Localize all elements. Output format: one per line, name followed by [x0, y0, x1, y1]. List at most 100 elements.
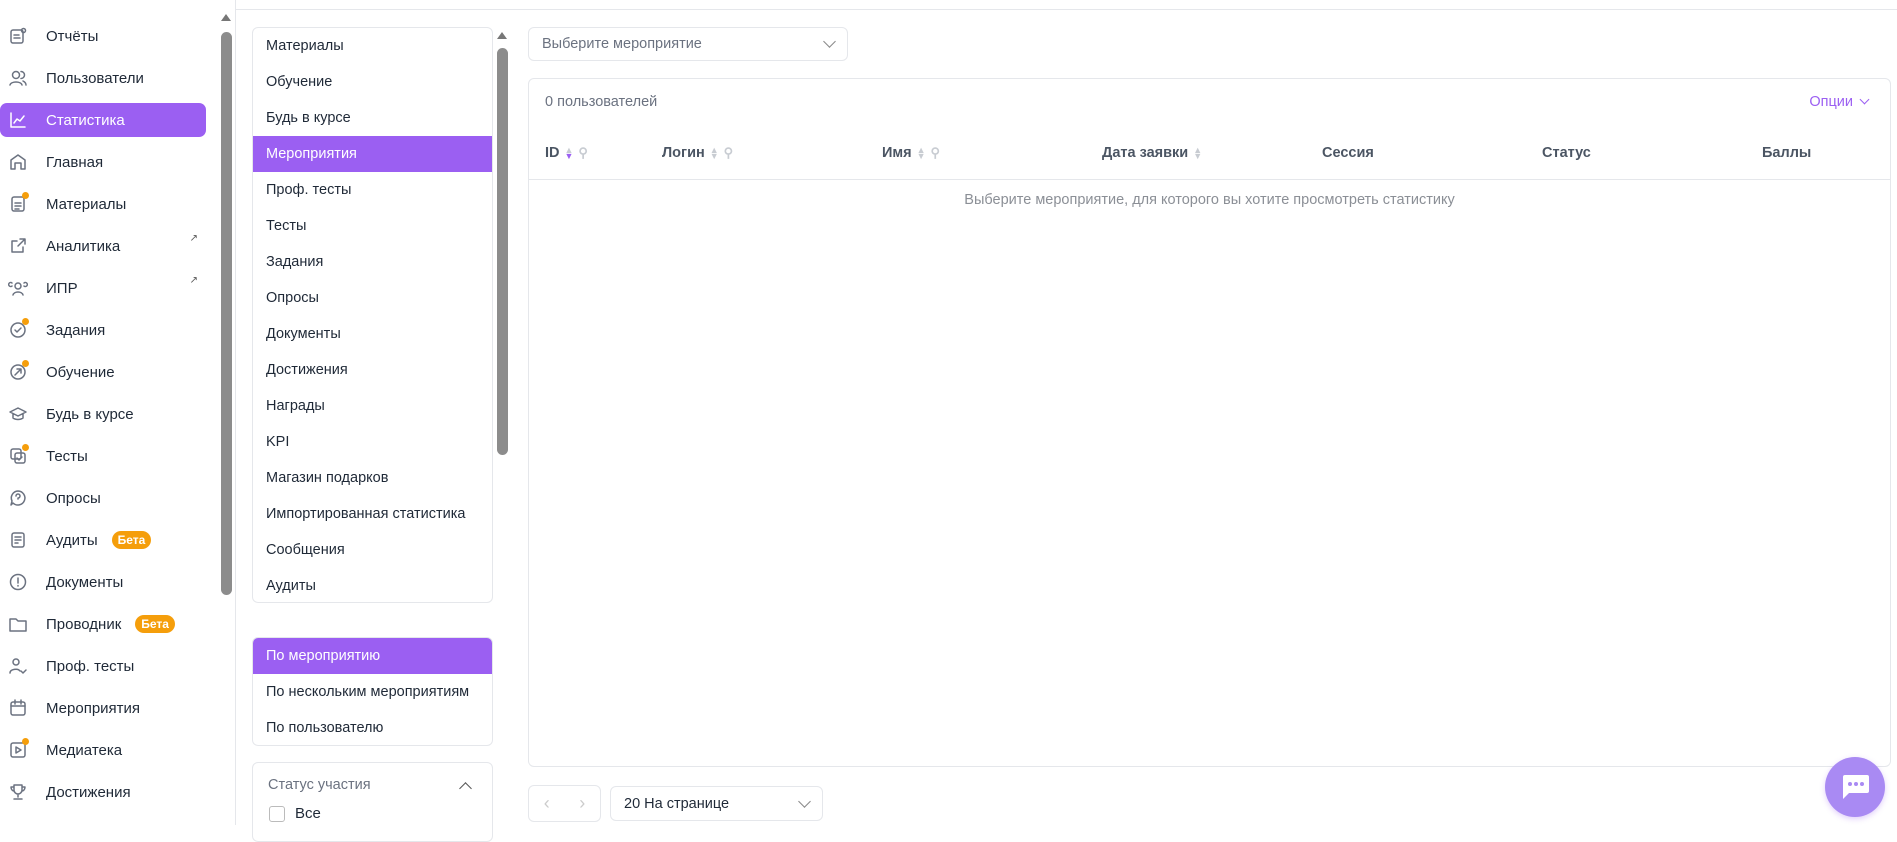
mode-item[interactable]: По мероприятию [253, 638, 492, 674]
sidebar-item-label: Опросы [46, 489, 101, 507]
category-item[interactable]: Тесты [253, 208, 492, 244]
sidebar-item-1[interactable]: Пользователи [0, 61, 206, 95]
search-icon[interactable]: ⚲ [724, 145, 734, 161]
category-item[interactable]: Обучение [253, 64, 492, 100]
sidebar-item-14[interactable]: Проводник Бета [0, 607, 206, 641]
column-header[interactable]: ID ▲ ▼ ⚲ [545, 145, 588, 161]
sidebar-item-6[interactable]: ИПР ↗ [0, 271, 206, 305]
document-icon [8, 192, 29, 214]
sort-icon[interactable]: ▲ ▼ [917, 146, 926, 161]
sidebar-item-9[interactable]: Будь в курсе [0, 397, 206, 431]
column-header[interactable]: Дата заявки ▲ ▼ [1102, 145, 1202, 161]
sidebar-item-label: Будь в курсе [46, 405, 134, 423]
sidebar-item-label: Проф. тесты [46, 657, 135, 675]
sidebar-item-label: Статистика [46, 111, 125, 129]
test-icon [8, 444, 29, 466]
trophy-icon [8, 782, 28, 802]
audit-icon [8, 530, 28, 550]
sidebar-scrollbar[interactable] [221, 32, 232, 595]
sort-icon[interactable]: ▲ ▼ [710, 146, 719, 161]
status-filter: Статус участия Все [252, 762, 493, 842]
media-icon [8, 738, 29, 760]
sidebar-scroll-up[interactable] [221, 14, 231, 21]
sidebar-item-4[interactable]: Материалы [0, 187, 206, 221]
sidebar-item-11[interactable]: Опросы [0, 481, 206, 515]
sidebar-item-12[interactable]: Аудиты Бета [0, 523, 206, 557]
user-check-icon [8, 656, 28, 676]
sidebar-item-2[interactable]: Статистика [0, 103, 206, 137]
next-page-button[interactable]: › [579, 793, 585, 814]
sidebar-item-label: Документы [46, 573, 124, 591]
chevron-down-icon [1859, 94, 1870, 105]
category-item[interactable]: Награды [253, 388, 492, 424]
sidebar-item-label: Пользователи [46, 69, 144, 87]
sort-icon[interactable]: ▲ ▼ [565, 146, 574, 161]
category-item[interactable]: Материалы [253, 28, 492, 64]
sidebar-item-17[interactable]: Медиатека [0, 733, 206, 767]
pager: ‹ › [528, 785, 601, 822]
beta-badge: Бета [111, 531, 152, 549]
category-item[interactable]: Опросы [253, 280, 492, 316]
category-item[interactable]: Импортированная статистика [253, 496, 492, 532]
category-item[interactable]: Магазин подарков [253, 460, 492, 496]
sidebar-item-label: Проводник [46, 615, 122, 633]
calendar-icon [8, 698, 28, 718]
event-select[interactable]: Выберите мероприятие [528, 27, 848, 61]
sidebar-item-label: Аудиты [46, 531, 98, 549]
home-icon [8, 152, 28, 172]
category-item[interactable]: KPI [253, 424, 492, 460]
category-item[interactable]: Будь в курсе [253, 100, 492, 136]
category-item[interactable]: Документы [253, 316, 492, 352]
divider [236, 9, 1897, 10]
sidebar-item-7[interactable]: Задания [0, 313, 206, 347]
category-item[interactable]: Мероприятия [253, 136, 492, 172]
sidebar-item-13[interactable]: Документы [0, 565, 206, 599]
sidebar-item-16[interactable]: Мероприятия [0, 691, 206, 725]
options-button[interactable]: Опции [1809, 94, 1870, 110]
notification-dot [22, 738, 29, 745]
user-count: 0 пользователей [545, 94, 658, 110]
sidebar-item-label: Достижения [46, 783, 131, 801]
column-header: Сессия [1322, 145, 1374, 161]
search-icon[interactable]: ⚲ [578, 145, 588, 161]
sidebar-item-8[interactable]: Обучение [0, 355, 206, 389]
sort-icon[interactable]: ▲ ▼ [1193, 146, 1202, 161]
question-bubble-icon [8, 488, 28, 508]
mode-list: По мероприятию По нескольким мероприятиям… [252, 637, 493, 746]
page-size-select[interactable]: 20 На странице [610, 786, 823, 821]
category-scroll-up[interactable] [497, 32, 507, 39]
sidebar-item-15[interactable]: Проф. тесты [0, 649, 206, 683]
category-item[interactable]: Сообщения [253, 532, 492, 568]
category-item[interactable]: Проф. тесты [253, 172, 492, 208]
team-icon [8, 278, 28, 298]
column-header[interactable]: Логин ▲ ▼ ⚲ [662, 145, 733, 161]
column-header-label: ID [545, 145, 560, 161]
sidebar-item-label: Аналитика [46, 237, 121, 255]
search-icon[interactable]: ⚲ [931, 145, 941, 161]
external-arrow-icon: ↗ [189, 233, 198, 244]
category-scrollbar[interactable] [497, 48, 508, 455]
category-item[interactable]: Задания [253, 244, 492, 280]
sidebar-item-3[interactable]: Главная [0, 145, 206, 179]
notification-dot [22, 444, 29, 451]
category-item[interactable]: Достижения [253, 352, 492, 388]
sidebar-item-5[interactable]: Аналитика ↗ [0, 229, 206, 263]
checkbox-all[interactable] [269, 805, 285, 822]
notification-dot [22, 318, 29, 325]
notification-dot [22, 192, 29, 199]
column-header-label: Статус [1542, 145, 1591, 161]
column-header[interactable]: Имя ▲ ▼ ⚲ [882, 145, 940, 161]
sidebar-item-label: Тесты [46, 447, 88, 465]
chat-button[interactable] [1825, 757, 1885, 817]
sidebar-item-0[interactable]: Отчёты [0, 19, 206, 53]
mode-item[interactable]: По нескольким мероприятиям [253, 674, 492, 710]
sidebar-item-18[interactable]: Достижения [0, 775, 206, 809]
sidebar-item-10[interactable]: Тесты [0, 439, 206, 473]
mode-item[interactable]: По пользователю [253, 710, 492, 745]
prev-page-button[interactable]: ‹ [544, 793, 550, 814]
sidebar-item-label: Материалы [46, 195, 127, 213]
column-header-label: Имя [882, 145, 912, 161]
column-header-label: Логин [662, 145, 705, 161]
chevron-down-icon [823, 35, 836, 48]
category-item[interactable]: Аудиты [253, 568, 492, 602]
